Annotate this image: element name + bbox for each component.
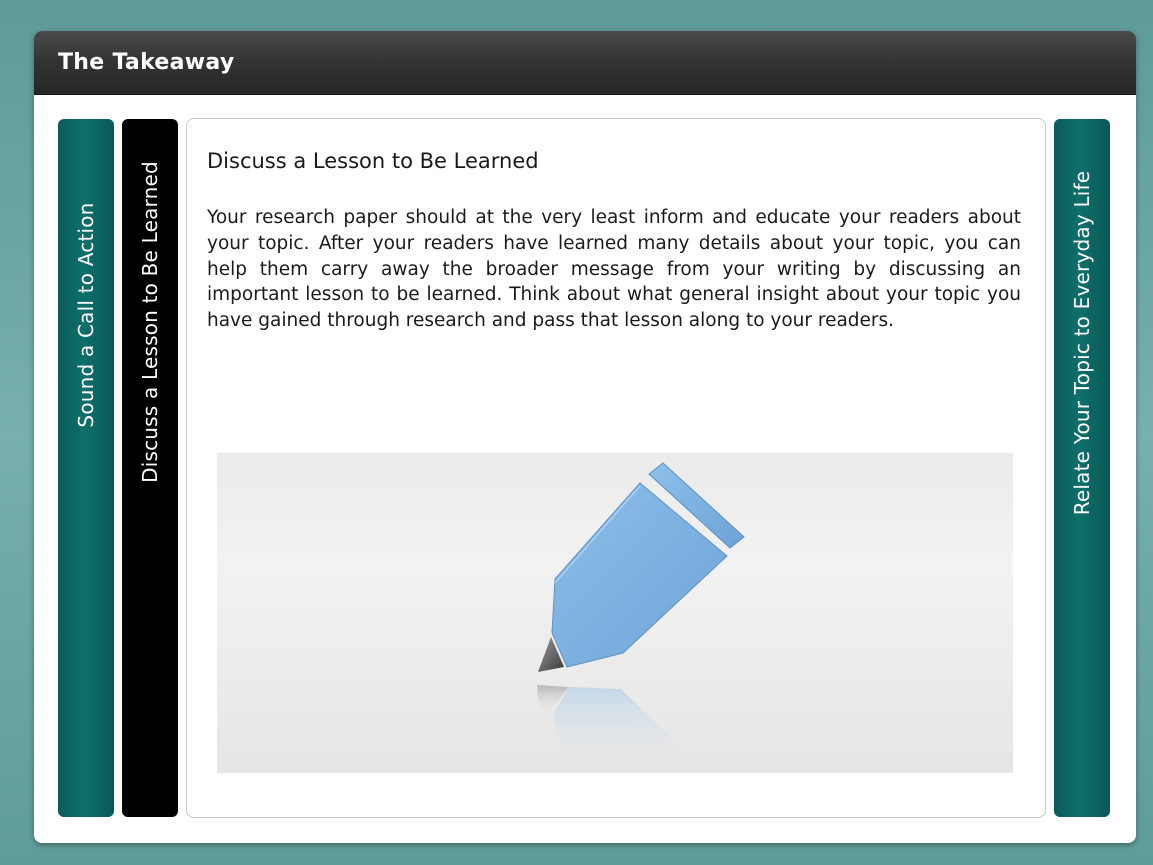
pencil-reflection — [537, 685, 687, 773]
pencil-icon — [537, 462, 745, 773]
content-panel: Discuss a Lesson to Be Learned Your rese… — [186, 118, 1046, 818]
content-heading: Discuss a Lesson to Be Learned — [207, 149, 539, 173]
tab-label: Relate Your Topic to Everyday Life — [1070, 170, 1094, 516]
title-bar: The Takeaway — [34, 31, 1136, 95]
tab-label: Sound a Call to Action — [74, 202, 98, 428]
illustration — [217, 453, 1013, 773]
content-body: Your research paper should at the very l… — [207, 207, 1021, 332]
tab-label: Discuss a Lesson to Be Learned — [138, 161, 162, 483]
tab-relate-your-topic[interactable]: Relate Your Topic to Everyday Life — [1054, 119, 1110, 817]
tab-sound-a-call-to-action[interactable]: Sound a Call to Action — [58, 119, 114, 817]
window-title: The Takeaway — [58, 50, 235, 75]
takeaway-window: The Takeaway Sound a Call to Action Disc… — [34, 31, 1136, 843]
tab-discuss-a-lesson[interactable]: Discuss a Lesson to Be Learned — [122, 119, 178, 817]
